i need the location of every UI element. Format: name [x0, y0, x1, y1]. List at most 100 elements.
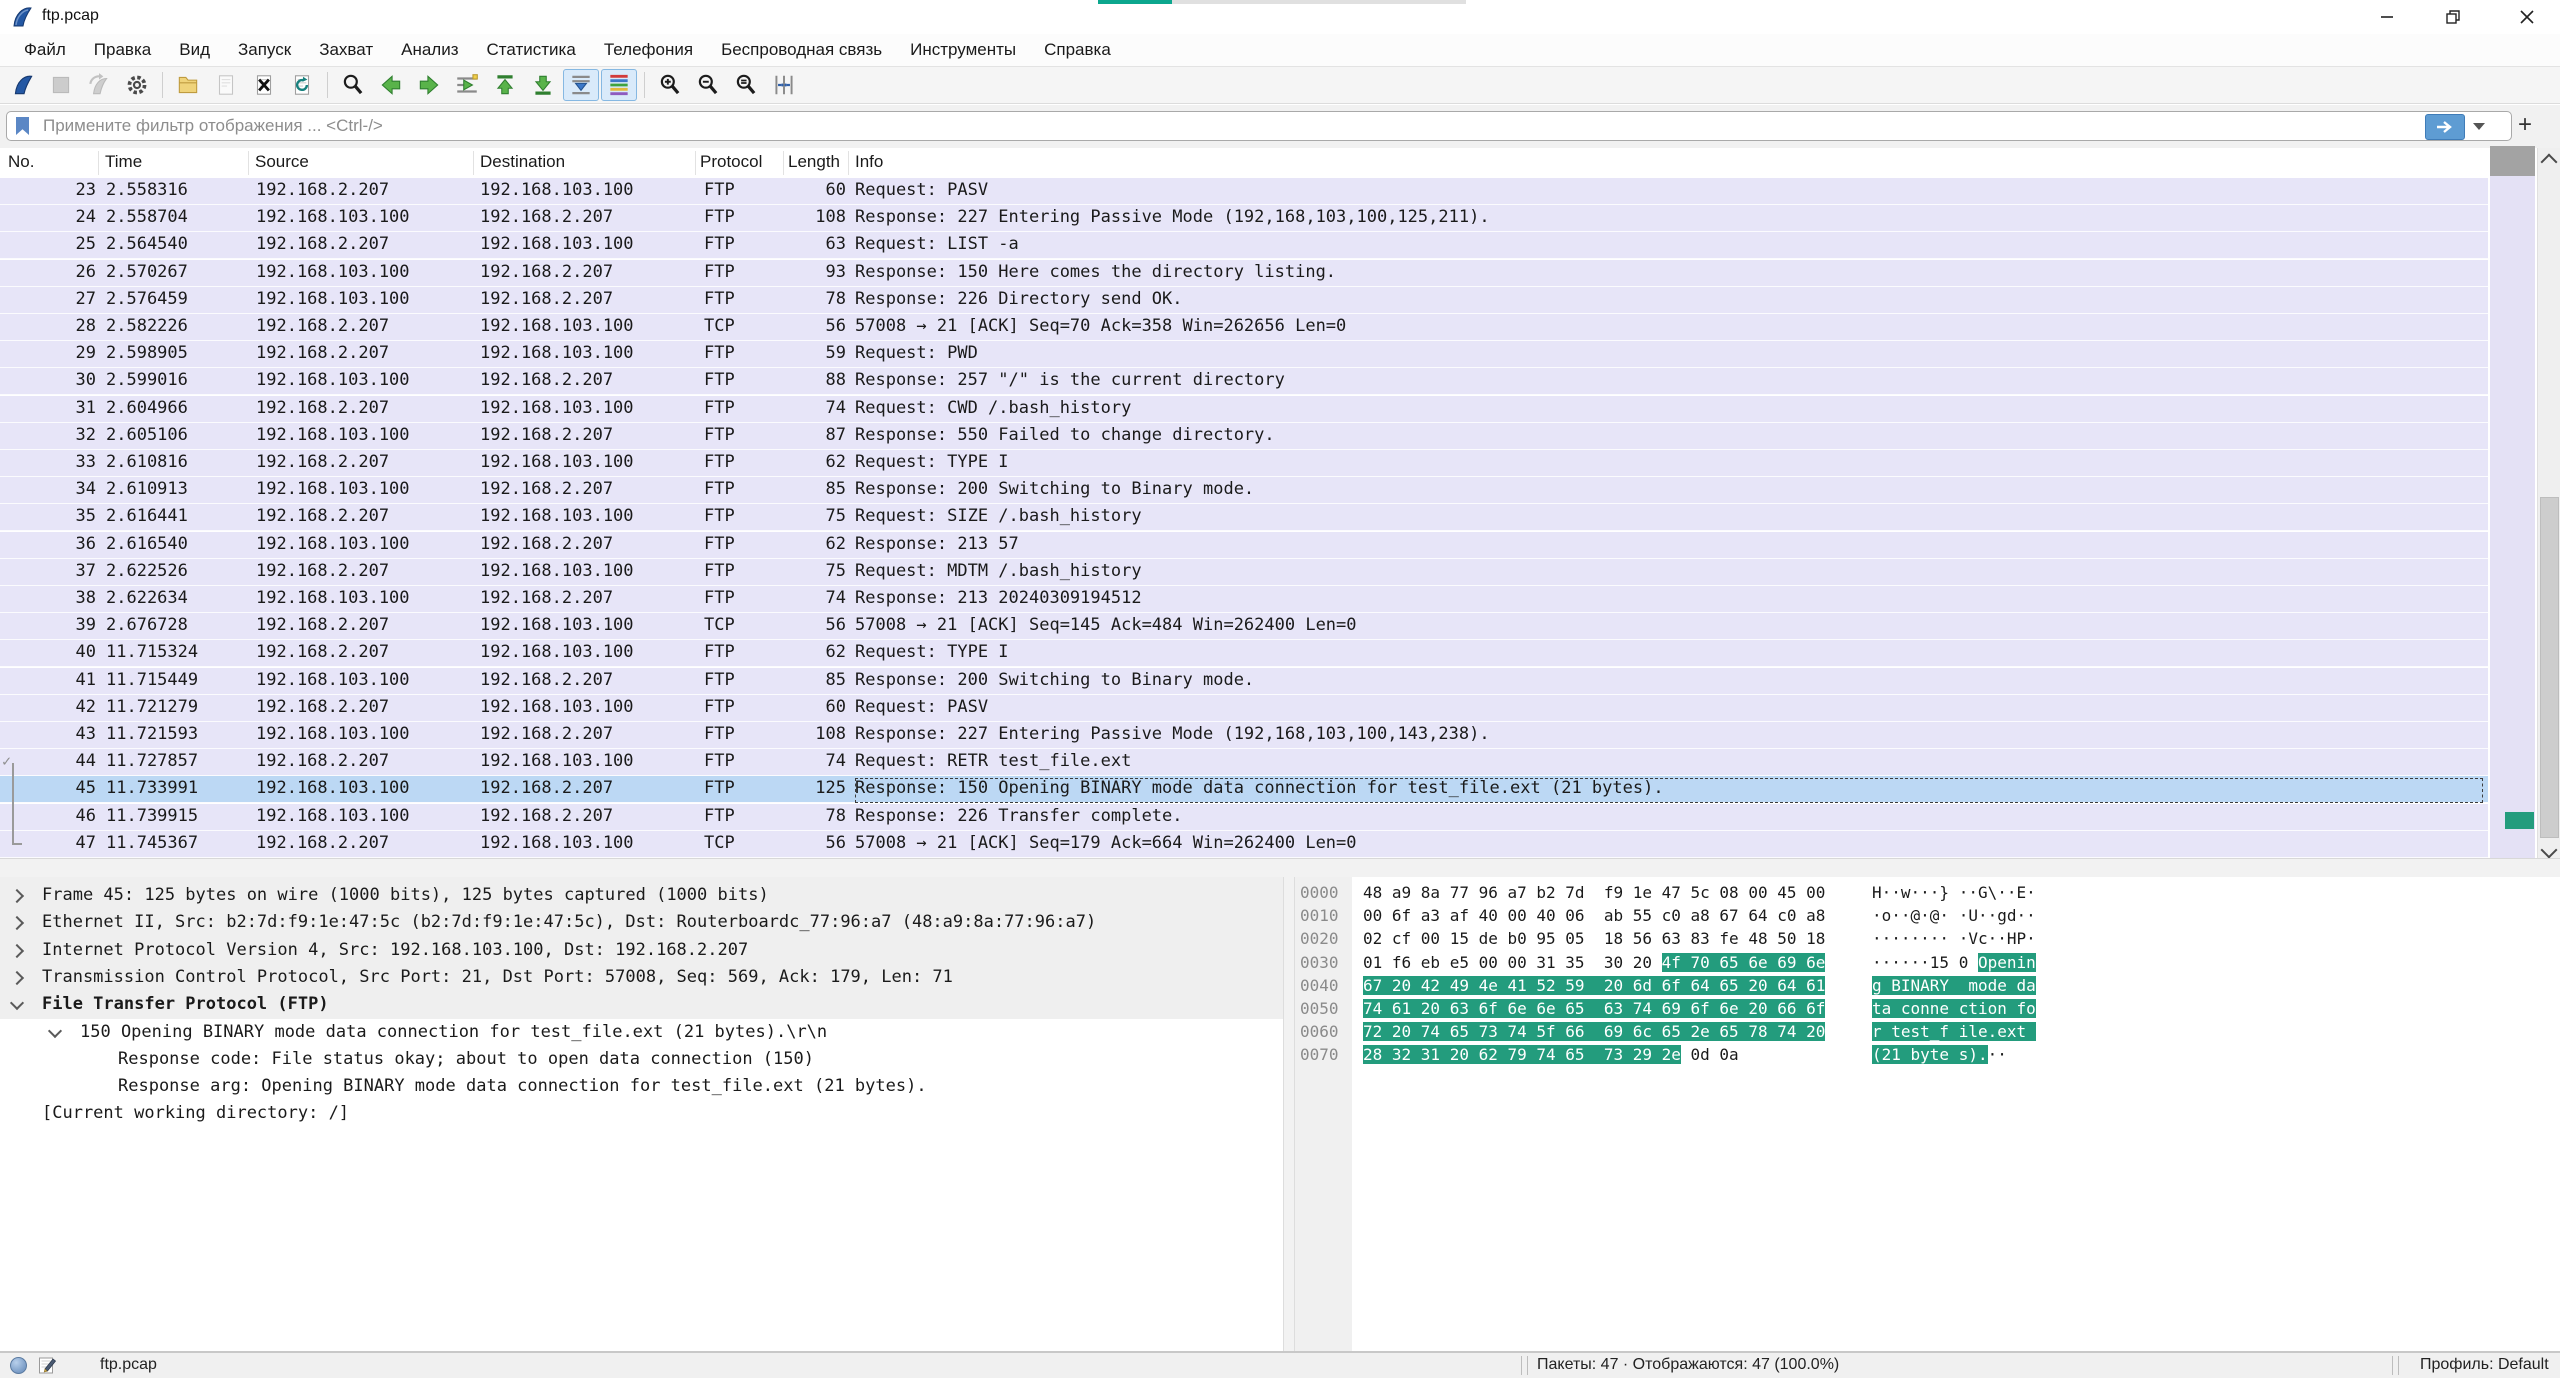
column-separator[interactable]: [848, 151, 849, 175]
packet-row-23[interactable]: 232.558316192.168.2.207192.168.103.100FT…: [0, 178, 2488, 205]
collapsed-chevron-icon[interactable]: [10, 944, 24, 958]
scroll-up-icon[interactable]: [2541, 154, 2558, 171]
menu-item-9[interactable]: Беспроводная связь: [707, 36, 896, 64]
column-separator[interactable]: [473, 151, 474, 175]
detail-line-6[interactable]: 150 Opening BINARY mode data connection …: [0, 1020, 1283, 1047]
hex-line-0060[interactable]: 006072 20 74 65 73 74 5f 66 69 6c 65 2e …: [1295, 1022, 2560, 1045]
packet-row-35[interactable]: 352.616441192.168.2.207192.168.103.100FT…: [0, 504, 2488, 531]
go-last-button[interactable]: [525, 69, 561, 101]
close-button[interactable]: [2498, 0, 2556, 34]
detail-line-4[interactable]: Transmission Control Protocol, Src Port:…: [0, 965, 1283, 992]
menu-item-8[interactable]: Телефония: [590, 36, 707, 64]
packet-row-25[interactable]: 252.564540192.168.2.207192.168.103.100FT…: [0, 232, 2488, 259]
menu-item-5[interactable]: Захват: [305, 36, 387, 64]
collapsed-chevron-icon[interactable]: [10, 971, 24, 985]
column-header-protocol[interactable]: Protocol: [700, 152, 762, 172]
go-back-button[interactable]: [373, 69, 409, 101]
menu-item-3[interactable]: Вид: [165, 36, 224, 64]
packet-row-33[interactable]: 332.610816192.168.2.207192.168.103.100FT…: [0, 450, 2488, 477]
display-filter-input[interactable]: Примените фильтр отображения ... <Ctrl-/…: [6, 111, 2512, 141]
collapsed-chevron-icon[interactable]: [10, 889, 24, 903]
resize-columns-button[interactable]: [766, 69, 802, 101]
packet-row-38[interactable]: 382.622634192.168.103.100192.168.2.207FT…: [0, 586, 2488, 613]
menu-item-4[interactable]: Запуск: [224, 36, 305, 64]
hex-line-0020[interactable]: 002002 cf 00 15 de b0 95 05 18 56 63 83 …: [1295, 929, 2560, 952]
column-separator[interactable]: [783, 151, 784, 175]
packet-row-26[interactable]: 262.570267192.168.103.100192.168.2.207FT…: [0, 260, 2488, 287]
packet-list-scrollbar[interactable]: [2537, 148, 2560, 858]
hex-line-0070[interactable]: 007028 32 31 20 62 79 74 65 73 29 2e 0d …: [1295, 1045, 2560, 1068]
column-header-destination[interactable]: Destination: [480, 152, 565, 172]
menu-item-10[interactable]: Инструменты: [896, 36, 1030, 64]
packet-row-40[interactable]: 4011.715324192.168.2.207192.168.103.100F…: [0, 640, 2488, 667]
hex-line-0050[interactable]: 005074 61 20 63 6f 6e 6e 65 63 74 69 6f …: [1295, 999, 2560, 1022]
menu-item-7[interactable]: Статистика: [473, 36, 590, 64]
capture-comment-icon[interactable]: [38, 1356, 57, 1375]
packet-row-32[interactable]: 322.605106192.168.103.100192.168.2.207FT…: [0, 423, 2488, 450]
menu-item-1[interactable]: Файл: [10, 36, 80, 64]
column-header-info[interactable]: Info: [855, 152, 883, 172]
close-file-button[interactable]: [246, 69, 282, 101]
packet-row-34[interactable]: 342.610913192.168.103.100192.168.2.207FT…: [0, 477, 2488, 504]
column-separator[interactable]: [695, 151, 696, 175]
column-header-source[interactable]: Source: [255, 152, 309, 172]
packet-row-45[interactable]: 4511.733991192.168.103.100192.168.2.207F…: [0, 776, 2488, 803]
expert-info-icon[interactable]: [10, 1357, 27, 1374]
packet-row-39[interactable]: 392.676728192.168.2.207192.168.103.100TC…: [0, 613, 2488, 640]
scrollbar-minimap[interactable]: [2490, 176, 2535, 858]
column-separator[interactable]: [98, 151, 99, 175]
scroll-down-icon[interactable]: [2541, 842, 2558, 859]
open-file-button[interactable]: [170, 69, 206, 101]
column-header-length[interactable]: Length: [788, 152, 840, 172]
packet-row-37[interactable]: 372.622526192.168.2.207192.168.103.100FT…: [0, 559, 2488, 586]
packet-row-47[interactable]: 4711.745367192.168.2.207192.168.103.100T…: [0, 831, 2488, 858]
packet-row-42[interactable]: 4211.721279192.168.2.207192.168.103.100F…: [0, 695, 2488, 722]
packet-row-30[interactable]: 302.599016192.168.103.100192.168.2.207FT…: [0, 368, 2488, 395]
hex-line-0040[interactable]: 004067 20 42 49 4e 41 52 59 20 6d 6f 64 …: [1295, 976, 2560, 999]
filter-dropdown-chevron-icon[interactable]: [2473, 123, 2485, 130]
zoom-in-button[interactable]: [652, 69, 688, 101]
hex-line-0010[interactable]: 001000 6f a3 af 40 00 40 06 ab 55 c0 a8 …: [1295, 906, 2560, 929]
start-capture-button[interactable]: [5, 69, 41, 101]
restart-capture-button[interactable]: [81, 69, 117, 101]
packet-row-41[interactable]: 4111.715449192.168.103.100192.168.2.207F…: [0, 668, 2488, 695]
detail-line-5[interactable]: File Transfer Protocol (FTP): [0, 992, 1283, 1019]
column-separator[interactable]: [248, 151, 249, 175]
packet-row-24[interactable]: 242.558704192.168.103.100192.168.2.207FT…: [0, 205, 2488, 232]
status-profile[interactable]: Профиль: Default: [2420, 1356, 2549, 1374]
capture-options-button[interactable]: [119, 69, 155, 101]
detail-line-9[interactable]: [Current working directory: /]: [0, 1101, 1283, 1128]
column-header-no[interactable]: No.: [8, 152, 34, 172]
colorize-button[interactable]: [601, 69, 637, 101]
zoom-original-button[interactable]: [728, 69, 764, 101]
add-filter-button[interactable]: +: [2518, 111, 2532, 139]
detail-line-7[interactable]: Response code: File status okay; about t…: [0, 1047, 1283, 1074]
packet-row-44[interactable]: 4411.727857192.168.2.207192.168.103.100F…: [0, 749, 2488, 776]
minimize-button[interactable]: [2358, 0, 2416, 34]
packet-row-43[interactable]: 4311.721593192.168.103.100192.168.2.207F…: [0, 722, 2488, 749]
collapsed-chevron-icon[interactable]: [10, 916, 24, 930]
detail-line-1[interactable]: Frame 45: 125 bytes on wire (1000 bits),…: [0, 883, 1283, 910]
packet-row-46[interactable]: 4611.739915192.168.103.100192.168.2.207F…: [0, 804, 2488, 831]
menu-item-2[interactable]: Правка: [80, 36, 165, 64]
detail-line-3[interactable]: Internet Protocol Version 4, Src: 192.16…: [0, 938, 1283, 965]
detail-line-8[interactable]: Response arg: Opening BINARY mode data c…: [0, 1074, 1283, 1101]
menu-item-6[interactable]: Анализ: [387, 36, 472, 64]
packet-row-28[interactable]: 282.582226192.168.2.207192.168.103.100TC…: [0, 314, 2488, 341]
save-file-button[interactable]: [208, 69, 244, 101]
go-first-button[interactable]: [487, 69, 523, 101]
stop-capture-button[interactable]: [43, 69, 79, 101]
filter-bookmark-icon[interactable]: [16, 117, 29, 135]
go-forward-button[interactable]: [411, 69, 447, 101]
go-to-packet-button[interactable]: [449, 69, 485, 101]
menu-item-11[interactable]: Справка: [1030, 36, 1125, 64]
packet-row-29[interactable]: 292.598905192.168.2.207192.168.103.100FT…: [0, 341, 2488, 368]
column-header-time[interactable]: Time: [105, 152, 142, 172]
hex-line-0000[interactable]: 000048 a9 8a 77 96 a7 b2 7d f9 1e 47 5c …: [1295, 883, 2560, 906]
reload-file-button[interactable]: [284, 69, 320, 101]
hex-line-0030[interactable]: 003001 f6 eb e5 00 00 31 35 30 20 4f 70 …: [1295, 953, 2560, 976]
expanded-chevron-icon[interactable]: [48, 1023, 62, 1037]
zoom-out-button[interactable]: [690, 69, 726, 101]
detail-line-2[interactable]: Ethernet II, Src: b2:7d:f9:1e:47:5c (b2:…: [0, 910, 1283, 937]
auto-scroll-button[interactable]: [563, 69, 599, 101]
